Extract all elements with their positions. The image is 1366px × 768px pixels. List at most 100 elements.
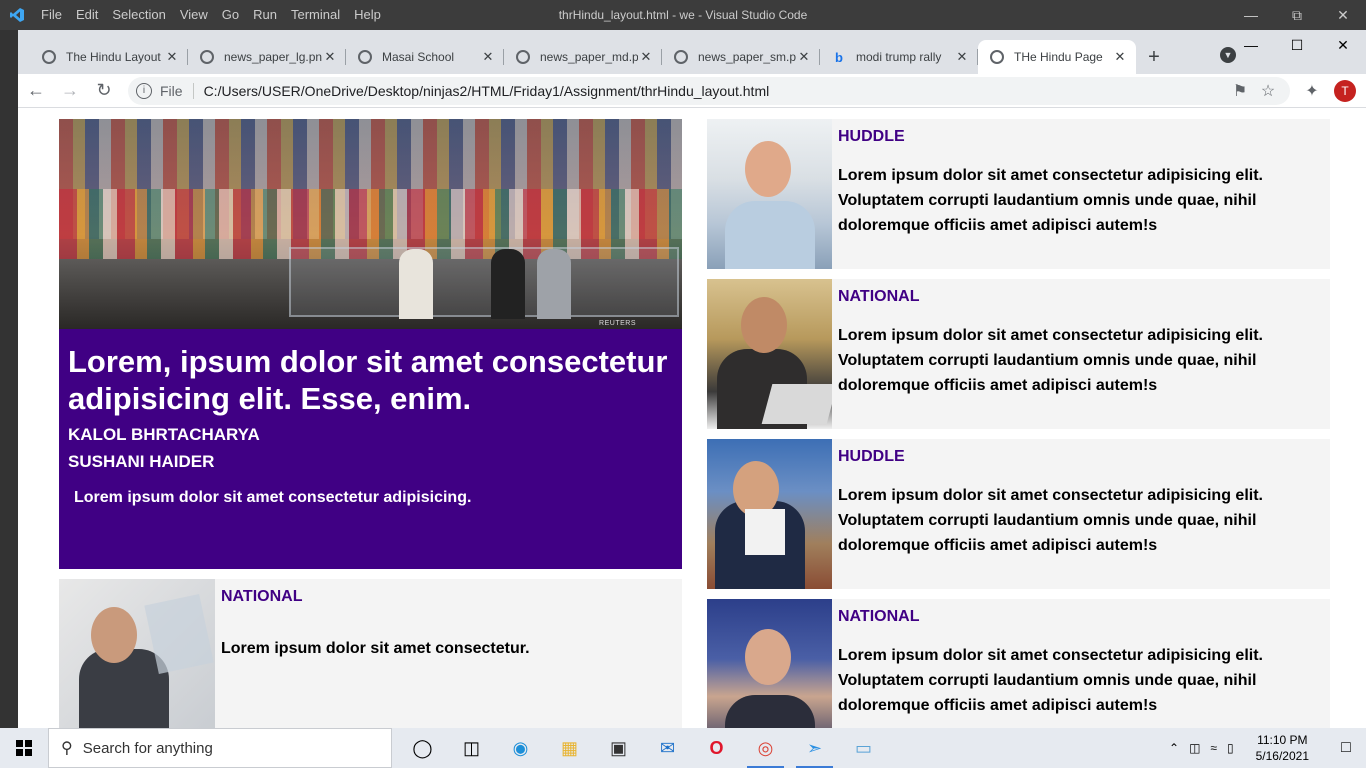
menu-run[interactable]: Run bbox=[246, 0, 284, 30]
translate-icon[interactable]: ⚑ bbox=[1226, 81, 1254, 101]
reload-icon[interactable]: ↻ bbox=[88, 75, 120, 107]
card-category[interactable]: NATIONAL bbox=[838, 287, 1324, 307]
card-image bbox=[59, 579, 215, 728]
info-icon[interactable]: i bbox=[136, 82, 152, 99]
side-column: HUDDLE Lorem ipsum dolor sit amet consec… bbox=[707, 119, 1330, 728]
clock-time: 11:10 PM bbox=[1257, 733, 1308, 747]
chevron-up-icon[interactable]: ⌃ bbox=[1164, 741, 1184, 755]
menu-file[interactable]: File bbox=[34, 0, 69, 30]
navigation-bar: ← → ↻ i File C:/Users/USER/OneDrive/Desk… bbox=[18, 74, 1366, 108]
minimize-icon[interactable]: — bbox=[1228, 0, 1274, 30]
chrome-icon[interactable]: ◎ bbox=[741, 728, 790, 768]
tab-modi-trump-rally[interactable]: b modi trump rally ✕ bbox=[820, 40, 978, 74]
taskbar: ⚲ Search for anything ◯ ◫ ◉ ▦ ▣ ✉ O ◎ ➣ … bbox=[0, 728, 1366, 768]
news-card[interactable]: HUDDLE Lorem ipsum dolor sit amet consec… bbox=[707, 119, 1330, 269]
card-body: NATIONAL Lorem ipsum dolor sit amet cons… bbox=[215, 579, 682, 728]
vscode-window-controls: — ⧉ ✕ bbox=[1228, 0, 1366, 30]
news-card[interactable]: HUDDLE Lorem ipsum dolor sit amet consec… bbox=[707, 439, 1330, 589]
card-category[interactable]: HUDDLE bbox=[838, 447, 1324, 467]
minimize-icon[interactable]: — bbox=[1228, 30, 1274, 60]
profile-avatar[interactable]: T bbox=[1334, 79, 1356, 102]
clock-date: 5/16/2021 bbox=[1255, 749, 1309, 763]
mail-icon[interactable]: ✉ bbox=[643, 728, 692, 768]
menu-view[interactable]: View bbox=[173, 0, 215, 30]
url-text[interactable]: C:/Users/USER/OneDrive/Desktop/ninjas2/H… bbox=[204, 83, 1226, 99]
cortana-icon[interactable]: ◯ bbox=[398, 728, 447, 768]
tab-news-paper-sm[interactable]: news_paper_sm.png ✕ bbox=[662, 40, 820, 74]
vscode-icon[interactable]: ➣ bbox=[790, 728, 839, 768]
taskbar-search-box[interactable]: ⚲ Search for anything bbox=[48, 728, 392, 768]
tab-hindu-layout[interactable]: The Hindu Layout ✕ bbox=[30, 40, 188, 74]
globe-icon bbox=[516, 50, 530, 64]
new-tab-button[interactable]: + bbox=[1136, 40, 1172, 74]
card-image bbox=[707, 119, 832, 269]
close-icon[interactable]: ✕ bbox=[796, 49, 812, 65]
news-card[interactable]: NATIONAL Lorem ipsum dolor sit amet cons… bbox=[707, 279, 1330, 429]
edge-icon[interactable]: ◉ bbox=[496, 728, 545, 768]
close-icon[interactable]: ✕ bbox=[322, 49, 338, 65]
menu-edit[interactable]: Edit bbox=[69, 0, 105, 30]
meet-icon[interactable]: ◫ bbox=[1184, 741, 1205, 755]
card-body: HUDDLE Lorem ipsum dolor sit amet consec… bbox=[832, 119, 1330, 269]
menu-terminal[interactable]: Terminal bbox=[284, 0, 347, 30]
notification-icon[interactable]: □ bbox=[1326, 739, 1366, 757]
network-icon[interactable]: ≈ bbox=[1205, 741, 1222, 755]
menu-selection[interactable]: Selection bbox=[105, 0, 172, 30]
store-icon[interactable]: ▣ bbox=[594, 728, 643, 768]
extensions-icon[interactable]: ✦ bbox=[1298, 81, 1326, 101]
tab-news-paper-lg[interactable]: news_paper_lg.png ✕ bbox=[188, 40, 346, 74]
news-card[interactable]: NATIONAL Lorem ipsum dolor sit amet cons… bbox=[707, 599, 1330, 728]
tab-news-paper-md[interactable]: news_paper_md.png ✕ bbox=[504, 40, 662, 74]
maximize-icon[interactable]: ☐ bbox=[1274, 30, 1320, 60]
globe-icon bbox=[990, 50, 1004, 64]
card-category[interactable]: NATIONAL bbox=[221, 587, 676, 607]
card-text: Lorem ipsum dolor sit amet consectetur. bbox=[221, 640, 530, 657]
tab-strip: The Hindu Layout ✕ news_paper_lg.png ✕ M… bbox=[18, 30, 1366, 74]
card-text: Lorem ipsum dolor sit amet consectetur a… bbox=[838, 487, 1263, 554]
tab-label: news_paper_sm.png bbox=[698, 50, 796, 64]
close-icon[interactable]: ✕ bbox=[480, 49, 496, 65]
star-icon[interactable]: ☆ bbox=[1254, 81, 1282, 101]
close-icon[interactable]: ✕ bbox=[1112, 49, 1128, 65]
back-arrow-icon[interactable]: ← bbox=[20, 75, 52, 107]
opera-icon[interactable]: O bbox=[692, 728, 741, 768]
card-category[interactable]: HUDDLE bbox=[838, 127, 1324, 147]
globe-icon bbox=[358, 50, 372, 64]
task-view-icon[interactable]: ◫ bbox=[447, 728, 496, 768]
browser-window: The Hindu Layout ✕ news_paper_lg.png ✕ M… bbox=[18, 30, 1366, 728]
card-text: Lorem ipsum dolor sit amet consectetur a… bbox=[838, 647, 1263, 714]
taskbar-apps: ◯ ◫ ◉ ▦ ▣ ✉ O ◎ ➣ ▭ bbox=[398, 728, 888, 768]
card-image bbox=[707, 599, 832, 728]
close-icon[interactable]: ✕ bbox=[638, 49, 654, 65]
windows-start-icon[interactable] bbox=[0, 728, 48, 768]
menu-help[interactable]: Help bbox=[347, 0, 388, 30]
close-icon[interactable]: ✕ bbox=[164, 49, 180, 65]
forward-arrow-icon[interactable]: → bbox=[54, 75, 86, 107]
card-body: HUDDLE Lorem ipsum dolor sit amet consec… bbox=[832, 439, 1330, 589]
news-card[interactable]: NATIONAL Lorem ipsum dolor sit amet cons… bbox=[59, 579, 682, 728]
card-body: NATIONAL Lorem ipsum dolor sit amet cons… bbox=[832, 599, 1330, 728]
hero-title[interactable]: Lorem, ipsum dolor sit amet consectetur … bbox=[68, 343, 672, 417]
close-icon[interactable]: ✕ bbox=[954, 49, 970, 65]
tab-label: modi trump rally bbox=[856, 50, 942, 64]
menu-go[interactable]: Go bbox=[215, 0, 246, 30]
tab-masai-school[interactable]: Masai School ✕ bbox=[346, 40, 504, 74]
browser-window-controls: — ☐ ✕ bbox=[1228, 30, 1366, 60]
main-column: REUTERS Lorem, ipsum dolor sit amet cons… bbox=[59, 119, 682, 728]
app-icon[interactable]: ▭ bbox=[839, 728, 888, 768]
hero-summary: Lorem ipsum dolor sit amet consectetur a… bbox=[74, 489, 472, 506]
file-explorer-icon[interactable]: ▦ bbox=[545, 728, 594, 768]
close-icon[interactable]: ✕ bbox=[1320, 0, 1366, 30]
tab-the-hindu-page[interactable]: THe Hindu Page ✕ bbox=[978, 40, 1136, 74]
address-bar[interactable]: i File C:/Users/USER/OneDrive/Desktop/ni… bbox=[128, 76, 1290, 105]
tab-label: THe Hindu Page bbox=[1014, 50, 1103, 64]
restore-icon[interactable]: ⧉ bbox=[1274, 0, 1320, 30]
vscode-activity-bar bbox=[0, 30, 18, 728]
clock[interactable]: 11:10 PM 5/16/2021 bbox=[1239, 732, 1326, 764]
close-icon[interactable]: ✕ bbox=[1320, 30, 1366, 60]
card-category[interactable]: NATIONAL bbox=[838, 607, 1324, 627]
scheme-label: File bbox=[160, 82, 194, 99]
vscode-menu: File Edit Selection View Go Run Terminal… bbox=[34, 0, 388, 30]
card-image bbox=[707, 279, 832, 429]
battery-icon[interactable]: ▯ bbox=[1222, 741, 1239, 755]
